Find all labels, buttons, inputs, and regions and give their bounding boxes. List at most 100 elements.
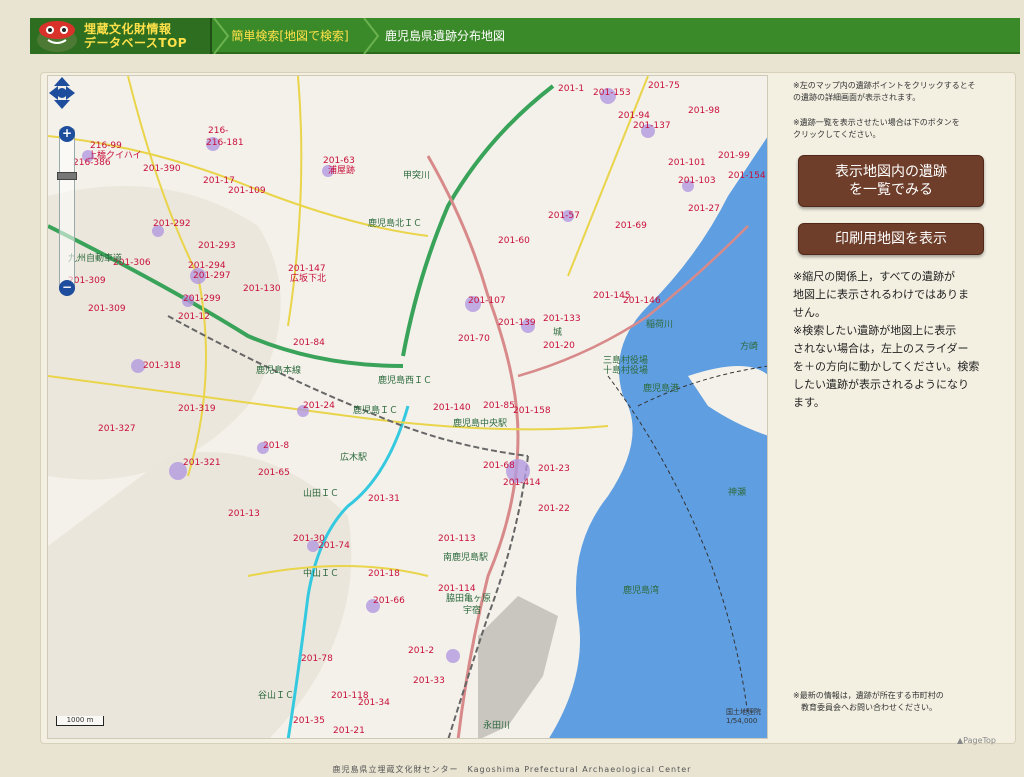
instruction-line: を＋の方向に動かしてください。検索 [793,360,980,373]
site-marker-label[interactable]: 201-60 [498,236,530,246]
site-marker-label[interactable]: 201-84 [293,338,325,348]
site-marker-label[interactable]: 201-99 [718,151,750,161]
zoom-slider-handle[interactable] [57,172,77,180]
site-marker-label[interactable]: 201-327 [98,424,136,434]
instruction-line: したい遺跡が表示されるようになり [793,378,969,391]
site-marker-label[interactable]: 201-147 [288,264,326,274]
site-marker-label[interactable]: 201-319 [178,404,216,414]
home-logo-link[interactable]: 埋蔵文化財情報 データベースTOP [30,18,212,54]
site-marker-label[interactable]: 201-390 [143,164,181,174]
list-instruction-line2: クリックしてください。 [793,130,881,139]
site-marker-label[interactable]: 201-113 [438,534,476,544]
page-top-link[interactable]: ▲PageTop [957,736,996,745]
place-name-label: 神瀬 [728,488,747,498]
site-marker-label[interactable]: 201-23 [538,464,570,474]
latest-info-note: ※最新の情報は，遺跡が所在する市町村の 教育委員会へお問い合わせください。 [793,690,993,714]
site-marker-label[interactable]: 201-13 [228,509,260,519]
site-marker-label[interactable]: 201-68 [483,461,515,471]
site-marker-label[interactable]: 201-63 [323,156,355,166]
site-marker-label[interactable]: 浦屋跡 [328,166,355,176]
site-marker-label[interactable]: 201-293 [198,241,236,251]
site-marker-label[interactable]: 201-66 [373,596,405,606]
site-marker-label[interactable]: 216- [208,126,228,136]
site-marker-label[interactable]: 201-140 [433,403,471,413]
site-marker-label[interactable]: 201-414 [503,478,541,488]
site-marker-label[interactable]: 201-31 [368,494,400,504]
instruction-line: 地図上に表示されるわけではありま [793,288,969,301]
site-marker-label[interactable]: 201-101 [668,158,706,168]
site-marker-label[interactable]: 201-139 [498,318,536,328]
place-name-label: 城 [553,328,563,338]
site-marker-label[interactable]: 216-386 [73,158,111,168]
site-marker-label[interactable]: 201-70 [458,334,490,344]
site-marker-label[interactable]: 201-109 [228,186,266,196]
pan-arrows-icon[interactable] [48,76,76,110]
zoom-out-button[interactable]: − [59,280,75,296]
place-name-label: 鹿児島ＩＣ [353,406,399,416]
site-marker-label[interactable]: 201-18 [368,569,400,579]
latest-info-line2: 教育委員会へお問い合わせください。 [801,703,937,712]
site-marker-label[interactable]: 201-146 [623,296,661,306]
view-site-list-button[interactable]: 表示地図内の遺跡 を一覧でみる [798,155,984,207]
site-marker-label[interactable]: 201-94 [618,111,650,121]
site-marker-label[interactable]: 201-27 [688,204,720,214]
site-marker-label[interactable]: 201-12 [178,312,210,322]
site-marker-label[interactable]: 201-75 [648,81,680,91]
map-click-note-line1: ※左のマップ内の遺跡ポイントをクリックするとそ [793,81,976,90]
place-name-label: 鹿児島中央駅 [453,419,508,429]
breadcrumb-map-search[interactable]: 簡単検索[地図で検索] [220,18,360,54]
instruction-line: せん。 [793,306,826,319]
site-marker-label[interactable]: 201-8 [263,441,289,451]
list-instruction-line1: ※遺跡一覧を表示させたい場合は下のボタンを [793,118,960,127]
site-marker-label[interactable]: 201-98 [688,106,720,116]
site-marker-label[interactable]: 201-22 [538,504,570,514]
place-name-label: 方崎 [740,342,759,352]
site-marker-label[interactable]: 201-318 [143,361,181,371]
zoom-slider-track[interactable] [59,128,75,292]
place-name-label: 脇田亀ヶ原 [446,594,492,604]
logo-title: 埋蔵文化財情報 [84,22,172,36]
site-marker-label[interactable]: 広坂下北 [290,274,326,284]
site-marker-label[interactable]: 201-74 [318,541,350,551]
site-marker-label[interactable]: 201-57 [548,211,580,221]
site-marker-label[interactable]: 201-20 [543,341,575,351]
map-click-note: ※左のマップ内の遺跡ポイントをクリックするとそ の遺跡の詳細画面が表示されます。 [793,80,993,104]
site-marker-label[interactable]: 201-158 [513,406,551,416]
site-marker-label[interactable]: 201-114 [438,584,476,594]
site-marker-label[interactable]: 201-299 [183,294,221,304]
site-marker-label[interactable]: 201-35 [293,716,325,726]
site-marker-label[interactable]: 201-133 [543,314,581,324]
site-marker-label[interactable]: 201-107 [468,296,506,306]
site-distribution-map[interactable]: 216-99 上橋クイハイ 216- 216-181 216-386 201-390 201… [47,75,768,739]
site-marker-label[interactable]: 216-181 [206,138,244,148]
site-marker-label[interactable]: 201-1 [558,84,584,94]
site-marker-label[interactable]: 201-103 [678,176,716,186]
site-marker-label[interactable]: 201-69 [615,221,647,231]
print-map-button[interactable]: 印刷用地図を表示 [798,223,984,255]
site-marker-label[interactable]: 201-17 [203,176,235,186]
site-marker-label[interactable]: 201-34 [358,698,390,708]
site-marker-label[interactable]: 201-21 [333,726,365,736]
site-marker-label[interactable]: 201-137 [633,121,671,131]
breadcrumb-current-page: 鹿児島県遺跡分布地図 [385,29,506,43]
site-marker-label[interactable]: 201-65 [258,468,290,478]
site-marker-label[interactable]: 201-33 [413,676,445,686]
site-marker-label[interactable]: 201-154 [728,171,766,181]
site-marker-label[interactable]: 201-294 [188,261,226,271]
place-name-label: 中山ＩＣ [303,569,340,579]
site-marker-label[interactable]: 201-292 [153,219,191,229]
site-marker-label[interactable]: 201-309 [88,304,126,314]
view-site-list-label-1: 表示地図内の遺跡 [835,164,947,180]
place-name-label: 谷山ＩＣ [258,691,295,701]
site-marker-label[interactable]: 201-297 [193,271,231,281]
site-marker-label[interactable]: 201-85 [483,401,515,411]
zoom-in-button[interactable]: + [59,126,75,142]
site-marker-label[interactable]: 201-2 [408,646,434,656]
site-marker-label[interactable]: 201-78 [301,654,333,664]
site-marker-label[interactable]: 216-99 [90,141,122,151]
site-marker-label[interactable]: 201-321 [183,458,221,468]
site-marker-label[interactable]: 201-153 [593,88,631,98]
latest-info-line1: ※最新の情報は，遺跡が所在する市町村の [793,691,944,700]
site-marker-label[interactable]: 201-24 [303,401,335,411]
site-marker-label[interactable]: 201-130 [243,284,281,294]
